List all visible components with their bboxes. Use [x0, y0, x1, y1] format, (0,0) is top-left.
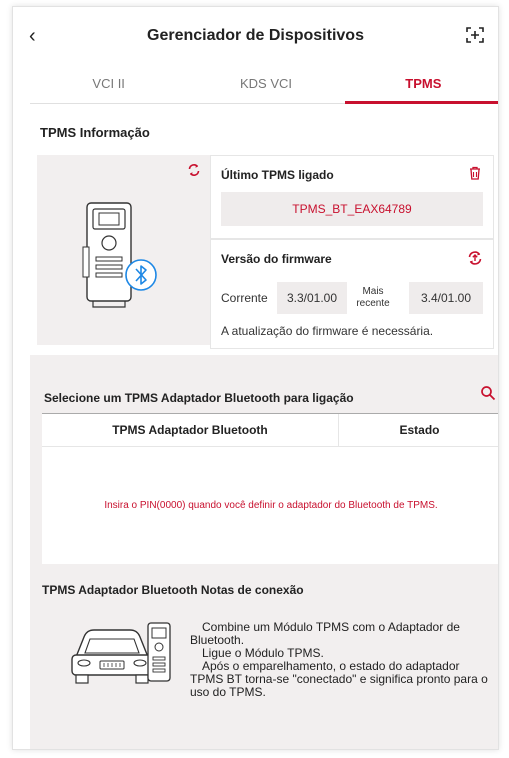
tab-kds-vci[interactable]: KDS VCI — [187, 65, 344, 103]
page-title: Gerenciador de Dispositivos — [147, 27, 364, 44]
last-connected-card: Último TPMS ligado TPMS_BT_EAX64789 — [210, 155, 494, 239]
trash-icon[interactable] — [469, 166, 481, 180]
connection-notes: Combine um Módulo TPMS com o Adaptador d… — [190, 621, 490, 699]
firmware-title: Versão do firmware — [221, 252, 332, 266]
tab-vci-ii[interactable]: VCI II — [30, 65, 187, 103]
scan-add-icon[interactable] — [466, 27, 484, 43]
tpms-info-title: TPMS Informação — [40, 125, 150, 140]
bluetooth-adapter-table: TPMS Adaptador Bluetooth Estado Insira o… — [42, 414, 498, 564]
column-header-status: Estado — [339, 414, 498, 447]
bluetooth-select-title: Selecione um TPMS Adaptador Bluetooth pa… — [44, 391, 354, 405]
note-line: Combine um Módulo TPMS com o Adaptador d… — [190, 620, 460, 647]
firmware-update-icon[interactable] — [467, 250, 483, 266]
tpms-device-panel — [37, 155, 211, 345]
latest-version-label: Mais recente — [356, 286, 390, 309]
search-icon[interactable] — [480, 385, 496, 401]
last-connected-title: Último TPMS ligado — [221, 168, 334, 182]
current-version-label: Corrente — [221, 291, 268, 305]
bluetooth-adapter-panel: Selecione um TPMS Adaptador Bluetooth pa… — [30, 355, 498, 749]
latest-version-value: 3.4/01.00 — [409, 282, 483, 314]
last-connected-device: TPMS_BT_EAX64789 — [221, 192, 483, 226]
refresh-icon[interactable] — [187, 163, 201, 177]
device-tabs: VCI II KDS VCI TPMS — [30, 65, 498, 104]
bluetooth-select-header: Selecione um TPMS Adaptador Bluetooth pa… — [42, 383, 498, 414]
firmware-card: Versão do firmware Corrente 3.3/01.00 Ma… — [210, 239, 494, 349]
tab-tpms[interactable]: TPMS — [344, 65, 498, 104]
app-window: ‹ Gerenciador de Dispositivos VCI II KDS… — [12, 6, 499, 750]
pin-instruction: Insira o PIN(0000) quando você definir o… — [104, 500, 438, 511]
firmware-update-notice: A atualização do firmware é necessária. — [221, 324, 434, 338]
current-version-value: 3.3/01.00 — [277, 282, 347, 314]
column-header-adapter: TPMS Adaptador Bluetooth — [42, 414, 339, 447]
note-line: Após o emparelhamento, o estado do adapt… — [190, 659, 488, 699]
tpms-adapter-illustration — [82, 202, 157, 308]
connection-notes-title: TPMS Adaptador Bluetooth Notas de conexã… — [42, 583, 304, 597]
top-bar: ‹ Gerenciador de Dispositivos — [13, 7, 498, 63]
car-tpms-illustration — [71, 622, 171, 684]
